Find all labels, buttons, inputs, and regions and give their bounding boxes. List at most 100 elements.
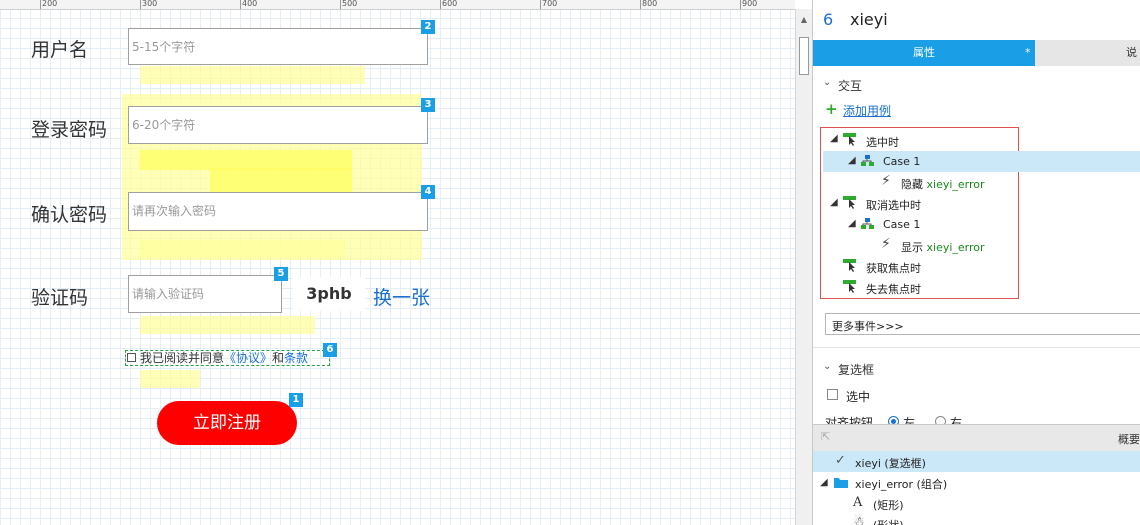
outline-item-label: xieyi_error (组合) — [855, 478, 948, 491]
agreement-text: 我已阅读并同意《协议》和条款 — [140, 350, 308, 366]
widget-badge: 6 — [323, 343, 337, 357]
case-icon — [861, 218, 874, 229]
canvas-scrollbar[interactable]: ▲ — [795, 9, 812, 525]
case-icon — [861, 155, 874, 166]
event-icon — [843, 259, 856, 272]
event-label[interactable]: 获取焦点时 — [866, 260, 921, 276]
captcha-image: 3phb — [293, 277, 365, 311]
lightning-icon: ⚡ — [881, 236, 891, 252]
widget-id: 6 — [823, 10, 834, 29]
widget-name[interactable]: xieyi — [850, 10, 888, 29]
event-icon — [843, 133, 856, 146]
collapse-panel-icon[interactable]: ⇱ — [821, 430, 830, 443]
collapse-icon[interactable]: ◢ — [830, 197, 838, 208]
action-row[interactable]: 显示 xieyi_error — [901, 239, 985, 255]
event-icon — [843, 280, 856, 293]
tab-properties-mark: * — [1025, 46, 1031, 59]
widget-badge: 1 — [289, 393, 303, 407]
username-input[interactable]: 5-15个字符 — [128, 28, 428, 65]
event-label[interactable]: 选中时 — [866, 134, 899, 150]
confirm-password-input[interactable]: 请再次输入密码 — [128, 192, 428, 231]
outline-item-label: (矩形) — [873, 499, 904, 512]
tab-notes[interactable]: 说 — [1035, 40, 1140, 66]
agreement-link[interactable]: 《协议》 — [224, 351, 272, 365]
chevron-down-icon[interactable]: ⌄ — [823, 77, 831, 88]
terms-link[interactable]: 条款 — [284, 351, 308, 365]
scroll-thumb[interactable] — [799, 37, 809, 75]
confirm-password-label: 确认密码 — [31, 204, 108, 226]
widget-badge: 4 — [421, 185, 435, 199]
hidden-widget-highlight[interactable] — [140, 370, 200, 388]
ruler-label: 200 — [42, 0, 58, 8]
ruler-label: 400 — [242, 0, 258, 8]
section-divider — [813, 347, 1140, 348]
outline-item[interactable]: ☃ (形状) — [813, 514, 1140, 525]
ruler-label: 500 — [342, 0, 358, 8]
widget-badge: 3 — [421, 98, 435, 112]
action-verb: 隐藏 — [901, 178, 923, 191]
agreement-and: 和 — [272, 351, 285, 365]
refresh-captcha-link[interactable]: 换一张 — [373, 283, 430, 310]
chevron-down-icon[interactable]: ⌄ — [823, 361, 831, 372]
ruler-label: 900 — [742, 0, 758, 8]
shape-icon: ☃ — [853, 515, 865, 525]
outline-header: ⇱ 概要 — [813, 424, 1140, 451]
register-button[interactable]: 立即注册 — [157, 401, 297, 445]
outline-title: 概要 — [1118, 433, 1140, 446]
folder-icon — [834, 478, 848, 488]
design-canvas[interactable]: 200 300 400 500 600 700 800 900 用户名 5-15… — [0, 0, 795, 525]
hidden-widget-highlight[interactable] — [140, 150, 352, 170]
text-rectangle-icon: A — [853, 495, 863, 510]
captcha-input[interactable]: 请输入验证码 — [128, 275, 282, 313]
password-label: 登录密码 — [31, 119, 108, 141]
more-events-label: 更多事件>>> — [832, 320, 904, 333]
agreement-checkbox[interactable] — [127, 353, 136, 362]
ruler-label: 600 — [442, 0, 458, 8]
hidden-widget-highlight[interactable] — [140, 240, 345, 258]
hidden-widget-highlight[interactable] — [140, 66, 365, 84]
action-target: xieyi_error — [926, 241, 985, 254]
hidden-widget-highlight[interactable] — [210, 168, 352, 194]
tab-properties-label: 属性 — [913, 46, 935, 59]
checkbox-section-title[interactable]: 复选框 — [838, 361, 874, 378]
password-input[interactable]: 6-20个字符 — [128, 106, 428, 144]
selected-checkbox[interactable] — [827, 389, 838, 400]
inspector-panel: 6 xieyi 属性 * 说 ⌄ 交互 + 添加用例 ◢ 选中时 ◢ Case … — [812, 0, 1140, 525]
add-case-link[interactable]: 添加用例 — [843, 102, 891, 119]
interaction-section-title[interactable]: 交互 — [838, 77, 862, 94]
captcha-label: 验证码 — [31, 287, 89, 309]
panel-header: 6 xieyi — [813, 0, 1140, 40]
collapse-icon[interactable]: ◢ — [820, 477, 828, 488]
collapse-icon[interactable]: ◢ — [848, 155, 856, 166]
outline-item[interactable]: ◢ xieyi_error (组合) — [813, 472, 1140, 493]
more-events-dropdown[interactable]: 更多事件>>> — [825, 313, 1140, 335]
widget-badge: 5 — [274, 267, 288, 281]
event-icon — [843, 196, 856, 209]
widget-badge: 2 — [421, 20, 435, 34]
action-row[interactable]: 隐藏 xieyi_error — [901, 176, 985, 192]
collapse-icon[interactable]: ◢ — [830, 133, 838, 144]
event-label[interactable]: 取消选中时 — [866, 197, 921, 213]
event-label[interactable]: 失去焦点时 — [866, 281, 921, 297]
outline-item-label: xieyi (复选框) — [855, 457, 926, 470]
tab-properties[interactable]: 属性 * — [813, 40, 1035, 66]
action-verb: 显示 — [901, 241, 923, 254]
agreement-prefix: 我已阅读并同意 — [140, 351, 225, 365]
outline-item-label: (形状) — [873, 517, 904, 525]
outline-item[interactable]: A (矩形) — [813, 493, 1140, 514]
ruler-label: 700 — [542, 0, 558, 8]
hidden-widget-highlight[interactable] — [140, 316, 315, 334]
collapse-icon[interactable]: ◢ — [848, 218, 856, 229]
ruler-label: 300 — [142, 0, 158, 8]
case-label[interactable]: Case 1 — [883, 218, 920, 231]
top-ruler: 200 300 400 500 600 700 800 900 — [0, 0, 795, 10]
action-target: xieyi_error — [926, 178, 985, 191]
ruler-label: 800 — [642, 0, 658, 8]
username-label: 用户名 — [31, 39, 89, 61]
add-icon[interactable]: + — [825, 101, 838, 117]
case-label[interactable]: Case 1 — [883, 155, 920, 168]
check-icon: ✓ — [835, 453, 846, 468]
lightning-icon: ⚡ — [881, 173, 891, 189]
scroll-up-icon[interactable]: ▲ — [796, 13, 812, 27]
outline-item-selected[interactable]: ✓ xieyi (复选框) — [813, 451, 1140, 472]
